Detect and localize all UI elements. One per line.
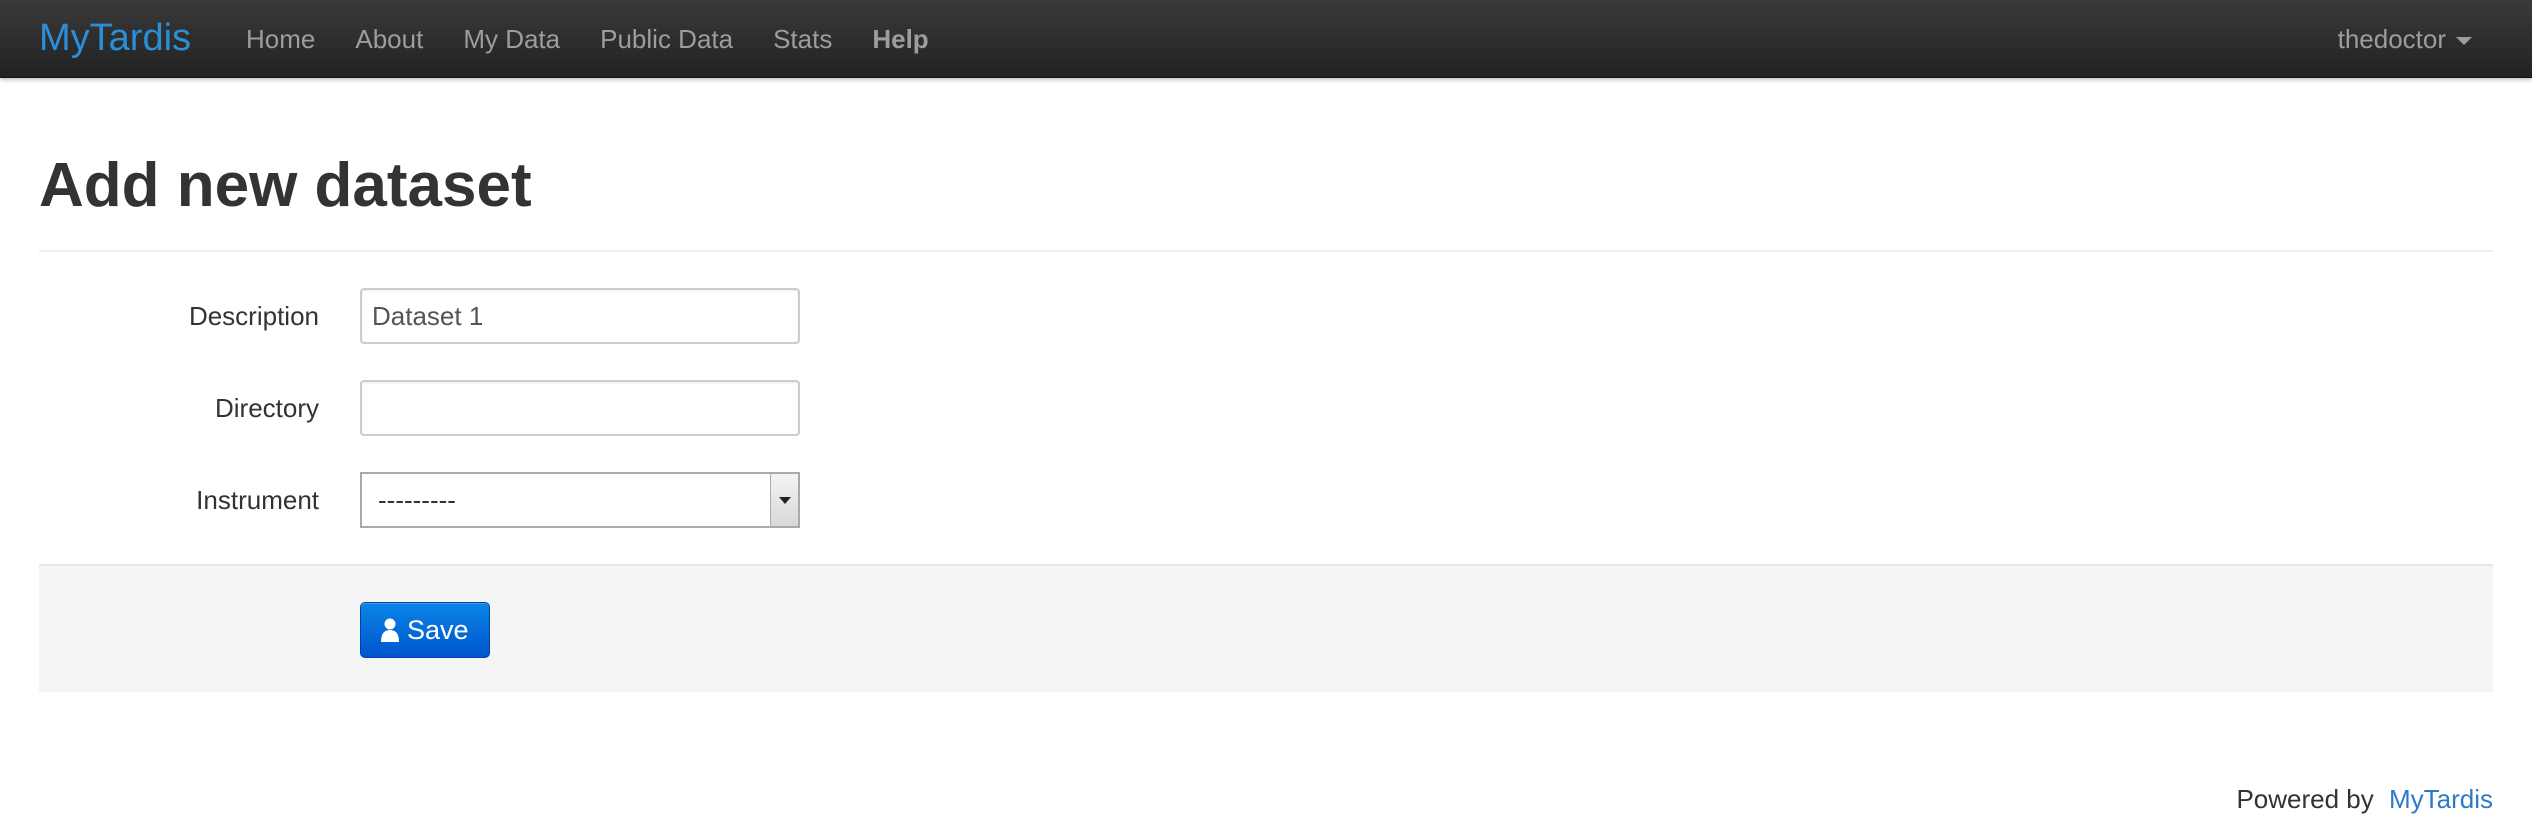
- description-label: Description: [188, 300, 319, 331]
- nav-item-about[interactable]: About: [335, 0, 443, 78]
- instrument-select[interactable]: ---------: [360, 472, 800, 528]
- main-nav: Home About My Data Public Data Stats Hel…: [226, 0, 949, 78]
- directory-input[interactable]: [360, 380, 800, 436]
- brand-logo-link[interactable]: MyTardis: [39, 14, 191, 62]
- nav-item-my-data[interactable]: My Data: [443, 0, 580, 78]
- user-icon: [381, 618, 399, 642]
- user-name: thedoctor: [2337, 23, 2446, 54]
- directory-label: Directory: [214, 392, 319, 423]
- instrument-label: Instrument: [196, 484, 319, 515]
- nav-item-help[interactable]: Help: [852, 0, 948, 78]
- caret-down-icon: [2456, 37, 2472, 45]
- description-input[interactable]: [360, 288, 800, 344]
- nav-item-stats[interactable]: Stats: [753, 0, 852, 78]
- footer-prefix: Powered by: [2236, 784, 2374, 814]
- description-row: Description: [39, 288, 800, 344]
- footer-mytardis-link[interactable]: MyTardis: [2389, 784, 2493, 814]
- instrument-row: Instrument ---------: [39, 472, 800, 528]
- save-button-label: Save: [407, 614, 469, 645]
- nav-item-home[interactable]: Home: [226, 0, 335, 78]
- footer: Powered by MyTardis: [2236, 784, 2493, 815]
- form-actions: Save: [39, 564, 2493, 692]
- page-header: Add new dataset: [39, 150, 2493, 252]
- select-arrow[interactable]: [770, 474, 798, 526]
- user-menu-dropdown[interactable]: thedoctor: [2338, 0, 2472, 78]
- directory-row: Directory: [39, 380, 800, 436]
- top-navbar: MyTardis Home About My Data Public Data …: [0, 0, 2532, 78]
- nav-item-public-data[interactable]: Public Data: [580, 0, 753, 78]
- chevron-down-icon: [778, 496, 791, 504]
- page-title: Add new dataset: [39, 151, 532, 220]
- save-button[interactable]: Save: [360, 602, 490, 658]
- instrument-selected-value: ---------: [378, 484, 456, 515]
